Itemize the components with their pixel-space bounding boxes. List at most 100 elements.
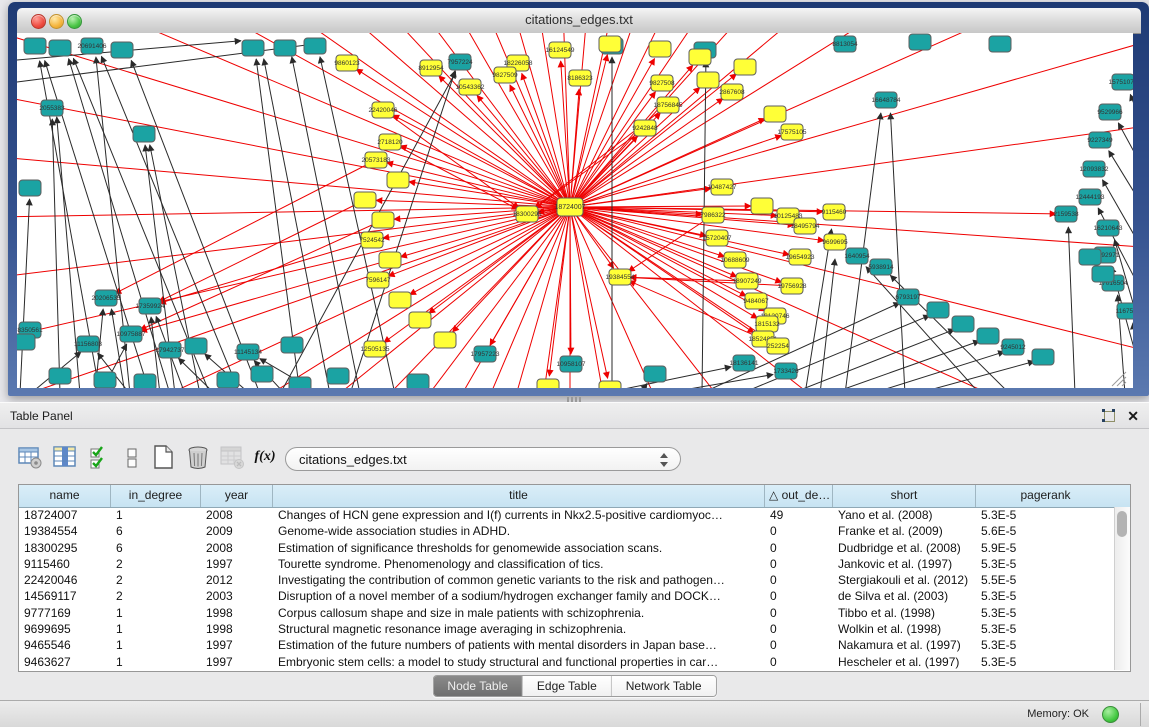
new-column-button[interactable] (149, 443, 177, 471)
network-node[interactable] (1079, 249, 1101, 265)
table-row[interactable]: 977716911998Corpus callosum shape and si… (19, 605, 1115, 621)
table-row[interactable]: 1872400712008Changes of HCN gene express… (19, 507, 1115, 523)
network-node[interactable] (304, 38, 326, 54)
cell-short: Nakamura et al. (1997) (833, 637, 976, 653)
network-node[interactable] (952, 316, 974, 332)
delete-column-trash-button[interactable] (184, 443, 212, 471)
network-node[interactable] (94, 372, 116, 388)
network-node[interactable] (354, 192, 376, 208)
network-node[interactable] (407, 374, 429, 388)
column-header-year[interactable]: year (201, 485, 273, 507)
network-node[interactable] (697, 72, 719, 88)
network-node[interactable] (1032, 349, 1054, 365)
network-node[interactable] (599, 36, 621, 52)
cell-title: Investigating the contribution of common… (273, 572, 765, 588)
network-window-titlebar[interactable]: citations_edges.txt (17, 8, 1141, 34)
network-edge (401, 207, 570, 257)
column-header-pagerank[interactable]: pagerank (976, 485, 1115, 507)
network-edge (570, 206, 751, 207)
network-node[interactable] (274, 40, 296, 56)
zoom-window-button[interactable] (67, 14, 82, 29)
network-node[interactable] (409, 312, 431, 328)
network-node[interactable] (434, 332, 456, 348)
network-node[interactable] (133, 126, 155, 142)
network-node[interactable] (977, 328, 999, 344)
cell-name: 9115460 (19, 556, 111, 572)
network-node-label: 18724007 (554, 204, 585, 211)
table-row[interactable]: 911546021997Tourette syndrome. Phenomeno… (19, 556, 1115, 572)
table-scrollbar[interactable] (1114, 507, 1130, 670)
network-node[interactable] (389, 292, 411, 308)
close-window-button[interactable] (31, 14, 46, 29)
network-node-label: 9827509 (492, 72, 518, 79)
network-node[interactable] (134, 374, 156, 388)
select-all-checkbox-button[interactable] (86, 443, 114, 471)
network-canvas[interactable]: 2069140679572248813054205538320206535173… (17, 33, 1133, 388)
network-node[interactable] (111, 42, 133, 58)
network-node[interactable] (537, 379, 559, 388)
network-node[interactable] (751, 198, 773, 214)
network-node[interactable] (989, 36, 1011, 52)
column-header-short[interactable]: short (833, 485, 976, 507)
table-body: 1872400712008Changes of HCN gene express… (19, 507, 1115, 670)
tab-node-table[interactable]: Node Table (433, 676, 523, 696)
table-row[interactable]: 1456911722003Disruption of a novel membe… (19, 588, 1115, 604)
network-edge (17, 33, 570, 207)
unselect-rows-button[interactable] (118, 443, 146, 471)
network-node[interactable] (764, 106, 786, 122)
network-node-label: 15751074 (1109, 79, 1133, 86)
table-row[interactable]: 946362711997Embryonic stem cells: a mode… (19, 654, 1115, 670)
network-edge (383, 110, 519, 208)
minimize-window-button[interactable] (49, 14, 64, 29)
network-node[interactable] (24, 38, 46, 54)
column-visibility-button[interactable] (51, 443, 79, 471)
network-graph[interactable]: 2069140679572248813054205538320206535173… (17, 33, 1133, 388)
column-header-out_degree[interactable]: △ out_de… (765, 485, 833, 507)
table-selector[interactable]: citations_edges.txt (285, 447, 681, 471)
network-node[interactable] (387, 172, 409, 188)
column-header-title[interactable]: title (273, 485, 765, 507)
network-edge (17, 33, 570, 207)
table-row[interactable]: 2242004622012Investigating the contribut… (19, 572, 1115, 588)
memory-status-indicator[interactable] (1102, 706, 1119, 723)
network-node-label: 8912954 (418, 65, 444, 72)
network-node[interactable] (649, 41, 671, 57)
network-node[interactable] (644, 366, 666, 382)
network-node[interactable] (217, 372, 239, 388)
network-node[interactable] (185, 338, 207, 354)
table-row[interactable]: 969969511998Structural magnetic resonanc… (19, 621, 1115, 637)
tab-edge-table[interactable]: Edge Table (523, 676, 612, 696)
tab-network-table[interactable]: Network Table (612, 676, 716, 696)
network-node[interactable] (327, 368, 349, 384)
cell-pagerank: 5.3E-5 (976, 654, 1115, 670)
column-header-name[interactable]: name (19, 485, 111, 507)
network-node[interactable] (289, 377, 311, 388)
network-node[interactable] (49, 368, 71, 384)
network-node[interactable] (251, 366, 273, 382)
delete-table-button[interactable] (218, 443, 246, 471)
network-node[interactable] (242, 40, 264, 56)
function-builder-button[interactable]: f(x) (251, 443, 279, 471)
column-header-in_degree[interactable]: in_degree (111, 485, 201, 507)
network-node[interactable] (17, 334, 35, 350)
table-scrollbar-thumb[interactable] (1117, 511, 1127, 537)
close-panel-icon[interactable]: ✕ (1127, 407, 1139, 425)
network-edge (17, 94, 570, 207)
network-node[interactable] (372, 212, 394, 228)
network-node[interactable] (1092, 266, 1114, 282)
network-node[interactable] (49, 40, 71, 56)
network-node[interactable] (689, 49, 711, 65)
node-table: namein_degreeyeartitle△ out_de…shortpage… (18, 484, 1131, 672)
network-node[interactable] (734, 59, 756, 75)
table-settings-button[interactable] (16, 443, 44, 471)
network-node[interactable] (379, 252, 401, 268)
table-row[interactable]: 1830029562008Estimation of significance … (19, 540, 1115, 556)
network-node[interactable] (927, 302, 949, 318)
network-node[interactable] (909, 34, 931, 50)
network-node[interactable] (599, 381, 621, 388)
table-row[interactable]: 946554611997Estimation of the future num… (19, 637, 1115, 653)
network-node[interactable] (19, 180, 41, 196)
network-node[interactable] (281, 337, 303, 353)
float-panel-icon[interactable] (1102, 409, 1115, 422)
table-row[interactable]: 1938455462009Genome-wide association stu… (19, 523, 1115, 539)
